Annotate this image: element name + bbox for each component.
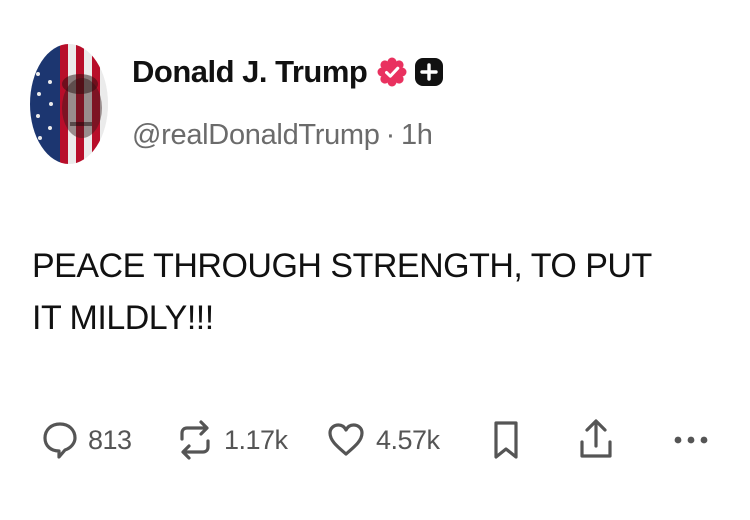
share-icon: [578, 418, 614, 462]
share-button[interactable]: [578, 418, 614, 462]
reply-icon: [42, 420, 78, 460]
author-display-name[interactable]: Donald J. Trump: [132, 54, 368, 90]
bookmark-icon: [490, 419, 522, 461]
like-count: 4.57k: [376, 424, 440, 455]
repost-button[interactable]: 1.17k: [176, 418, 288, 462]
heart-icon: [326, 420, 366, 460]
more-options-button[interactable]: [672, 418, 710, 462]
handle-separator: ·: [385, 119, 396, 151]
author-name-row: Donald J. Trump: [132, 52, 444, 92]
reply-count: 813: [88, 424, 132, 455]
post-action-bar: 813 1.17k 4.57k: [0, 404, 750, 474]
flag-portrait-icon: [30, 44, 108, 164]
repost-icon: [176, 419, 214, 461]
repost-count: 1.17k: [224, 424, 288, 455]
plus-badge-icon: [414, 57, 444, 87]
reply-button[interactable]: 813: [42, 418, 132, 462]
author-handle[interactable]: @realDonaldTrump: [132, 119, 380, 151]
post-body-text: PEACE THROUGH STRENGTH, TO PUT IT MILDLY…: [32, 247, 652, 337]
verified-badge-icon: [377, 57, 407, 87]
avatar[interactable]: [30, 44, 108, 164]
post-card: Donald J. Trump @realDonaldTrump · 1h PE…: [0, 0, 750, 520]
bookmark-button[interactable]: [490, 418, 522, 462]
more-icon: [672, 434, 710, 446]
like-button[interactable]: 4.57k: [326, 418, 440, 462]
author-handle-row: @realDonaldTrump · 1h: [132, 119, 433, 152]
post-timestamp[interactable]: 1h: [401, 119, 433, 151]
